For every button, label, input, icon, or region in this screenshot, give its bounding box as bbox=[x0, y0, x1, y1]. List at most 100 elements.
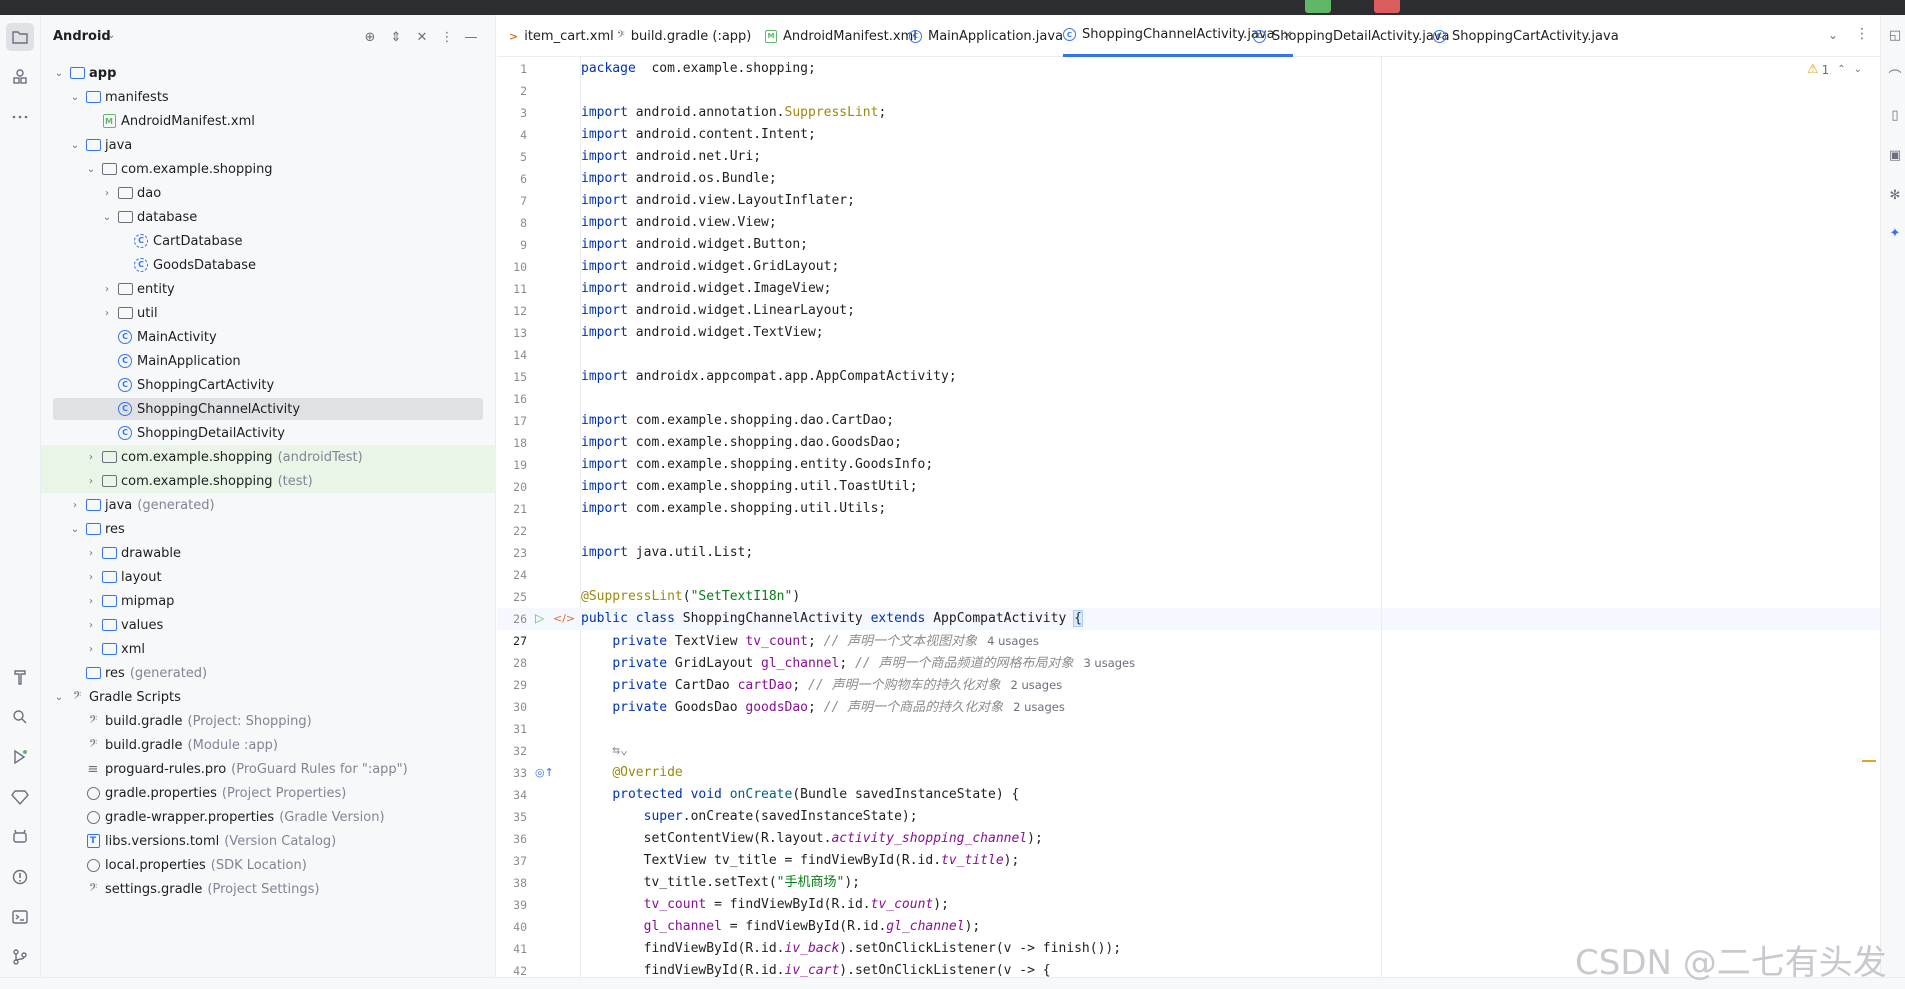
chevron-down-icon[interactable]: ⌄ bbox=[101, 212, 113, 223]
tree-item[interactable]: ≡ proguard-rules.pro (ProGuard Rules for "… bbox=[41, 757, 496, 781]
code-line[interactable]: import com.example.shopping.util.ToastUt… bbox=[581, 476, 918, 498]
tree-item[interactable]: ⌄ database bbox=[41, 205, 496, 229]
gradle-tool-icon[interactable]: ⌒ bbox=[1887, 67, 1903, 85]
code-line[interactable]: findViewById(R.id.iv_back).setOnClickLis… bbox=[581, 938, 1121, 960]
gemini-icon[interactable]: ✻ bbox=[1887, 187, 1903, 203]
tree-item[interactable]: › dao bbox=[41, 181, 496, 205]
resource-manager-icon[interactable] bbox=[6, 63, 34, 91]
device-mirroring-icon[interactable]: ▣ bbox=[1887, 147, 1903, 163]
tree-item[interactable]: M AndroidManifest.xml bbox=[41, 109, 496, 133]
code-line[interactable]: import androidx.appcompat.app.AppCompatA… bbox=[581, 366, 957, 388]
tree-item[interactable]: res (generated) bbox=[41, 661, 496, 685]
code-line[interactable]: import android.content.Intent; bbox=[581, 124, 816, 146]
tree-item[interactable]: C CartDatabase bbox=[41, 229, 496, 253]
tree-item[interactable]: local.properties (SDK Location) bbox=[41, 853, 496, 877]
chevron-right-icon[interactable]: › bbox=[69, 500, 81, 511]
tree-item[interactable]: ⌄ res bbox=[41, 517, 496, 541]
tree-item[interactable]: › com.example.shopping (test) bbox=[41, 469, 496, 493]
chevron-down-icon[interactable]: ⌄ bbox=[107, 30, 115, 41]
project-view-selector[interactable]: Android bbox=[53, 29, 111, 44]
options-menu-icon[interactable]: ⋮ bbox=[438, 28, 456, 46]
code-line[interactable]: import com.example.shopping.util.Utils; bbox=[581, 498, 886, 520]
editor-tab[interactable]: C ShoppingCartActivity.java bbox=[1433, 15, 1619, 57]
code-line[interactable]: private TextView tv_count; // 声明一个文本视图对象… bbox=[581, 630, 1039, 652]
code-line[interactable]: super.onCreate(savedInstanceState); bbox=[581, 806, 918, 828]
editor-scrollbar[interactable] bbox=[1869, 57, 1877, 437]
gem-icon[interactable] bbox=[6, 783, 34, 811]
editor-tab[interactable]: M AndroidManifest.xml bbox=[765, 15, 917, 57]
code-line[interactable]: import com.example.shopping.dao.CartDao; bbox=[581, 410, 894, 432]
tree-item[interactable]: 𝄢 settings.gradle (Project Settings) bbox=[41, 877, 496, 901]
locate-icon[interactable]: ⊕ bbox=[361, 28, 379, 46]
code-line[interactable]: import android.widget.LinearLayout; bbox=[581, 300, 855, 322]
code-line[interactable]: public class ShoppingChannelActivity ext… bbox=[581, 608, 1083, 630]
tree-item[interactable]: 𝄢 build.gradle (Project: Shopping) bbox=[41, 709, 496, 733]
code-line[interactable]: findViewById(R.id.iv_cart).setOnClickLis… bbox=[581, 960, 1051, 977]
tree-item[interactable]: › xml bbox=[41, 637, 496, 661]
code-line[interactable]: private CartDao cartDao; // 声明一个购物车的持久化对… bbox=[581, 674, 1062, 696]
search-icon[interactable] bbox=[6, 703, 34, 731]
related-xml-icon[interactable]: </> bbox=[553, 612, 575, 625]
editor-tab[interactable]: C ShoppingDetailActivity.java bbox=[1253, 15, 1449, 57]
chevron-right-icon[interactable]: › bbox=[101, 284, 113, 295]
chevron-right-icon[interactable]: › bbox=[85, 572, 97, 583]
hide-panel-icon[interactable]: — bbox=[462, 28, 480, 46]
run-icon[interactable] bbox=[6, 743, 34, 771]
tree-item[interactable]: gradle-wrapper.properties (Gradle Version… bbox=[41, 805, 496, 829]
chevron-right-icon[interactable]: › bbox=[85, 620, 97, 631]
inspection-widget[interactable]: ⚠ 1 ⌃⌄ bbox=[1807, 62, 1870, 77]
tree-item[interactable]: ⌄ manifests bbox=[41, 85, 496, 109]
code-line[interactable]: import android.annotation.SuppressLint; bbox=[581, 102, 886, 124]
run-widget-badge[interactable] bbox=[1305, 0, 1331, 13]
problems-icon[interactable] bbox=[6, 863, 34, 891]
tree-item[interactable]: ⌄ com.example.shopping bbox=[41, 157, 496, 181]
project-tool-icon[interactable] bbox=[6, 23, 34, 51]
code-line[interactable]: tv_title.setText("手机商场"); bbox=[581, 872, 860, 894]
chevron-right-icon[interactable]: › bbox=[101, 308, 113, 319]
chevron-down-icon[interactable]: ⌄ bbox=[1828, 28, 1838, 42]
chevron-right-icon[interactable]: › bbox=[85, 548, 97, 559]
code-line[interactable]: import android.widget.ImageView; bbox=[581, 278, 831, 300]
code-line[interactable]: import com.example.shopping.entity.Goods… bbox=[581, 454, 933, 476]
code-line[interactable]: import android.widget.GridLayout; bbox=[581, 256, 839, 278]
tree-item[interactable]: › values bbox=[41, 613, 496, 637]
tree-item[interactable]: ⌄ app bbox=[41, 61, 496, 85]
tree-item[interactable]: C ShoppingDetailActivity bbox=[41, 421, 496, 445]
tree-item[interactable]: › entity bbox=[41, 277, 496, 301]
tree-item[interactable]: C ShoppingCartActivity bbox=[41, 373, 496, 397]
code-line[interactable]: @SuppressLint("SetTextI18n") bbox=[581, 586, 800, 608]
notifications-icon[interactable]: ◱ bbox=[1887, 27, 1903, 43]
tree-item[interactable]: C ShoppingChannelActivity bbox=[41, 397, 496, 421]
expand-all-icon[interactable]: ⇕ bbox=[387, 28, 405, 46]
code-line[interactable]: import java.util.List; bbox=[581, 542, 753, 564]
code-line[interactable]: private GridLayout gl_channel; // 声明一个商品… bbox=[581, 652, 1135, 674]
tree-item[interactable]: Tlibs.versions.toml (Version Catalog) bbox=[41, 829, 496, 853]
tree-item[interactable]: C MainActivity bbox=[41, 325, 496, 349]
code-line[interactable]: import android.view.View; bbox=[581, 212, 777, 234]
code-line[interactable]: import android.net.Uri; bbox=[581, 146, 761, 168]
prev-next-highlight-icon[interactable]: ⌃⌄ bbox=[1837, 64, 1870, 75]
tree-item[interactable]: 𝄢 build.gradle (Module :app) bbox=[41, 733, 496, 757]
chevron-down-icon[interactable]: ⌄ bbox=[53, 692, 65, 703]
code-line[interactable]: import android.widget.TextView; bbox=[581, 322, 824, 344]
code-line[interactable]: import android.widget.Button; bbox=[581, 234, 808, 256]
code-line[interactable]: import android.os.Bundle; bbox=[581, 168, 777, 190]
code-line[interactable]: setContentView(R.layout.activity_shoppin… bbox=[581, 828, 1043, 850]
collapse-all-icon[interactable]: ✕ bbox=[413, 28, 431, 46]
tree-item[interactable]: › util bbox=[41, 301, 496, 325]
code-line[interactable]: @Override bbox=[581, 762, 682, 784]
tree-item[interactable]: › mipmap bbox=[41, 589, 496, 613]
tree-item[interactable]: › java (generated) bbox=[41, 493, 496, 517]
tree-item[interactable]: ⌄ java bbox=[41, 133, 496, 157]
code-line[interactable]: TextView tv_title = findViewById(R.id.tv… bbox=[581, 850, 1020, 872]
ai-assistant-icon[interactable]: ✦ bbox=[1887, 225, 1903, 241]
scrollbar-warning-marker[interactable] bbox=[1862, 760, 1876, 762]
chevron-right-icon[interactable]: › bbox=[85, 452, 97, 463]
code-line[interactable]: private GoodsDao goodsDao; // 声明一个商品的持久化… bbox=[581, 696, 1065, 718]
more-tools-icon[interactable] bbox=[6, 103, 34, 131]
tree-item[interactable]: C GoodsDatabase bbox=[41, 253, 496, 277]
editor-tab[interactable]: C MainApplication.java bbox=[909, 15, 1063, 57]
override-icon[interactable]: ◎↑ bbox=[535, 766, 554, 779]
tree-item[interactable]: gradle.properties (Project Properties) bbox=[41, 781, 496, 805]
chevron-right-icon[interactable]: › bbox=[101, 188, 113, 199]
